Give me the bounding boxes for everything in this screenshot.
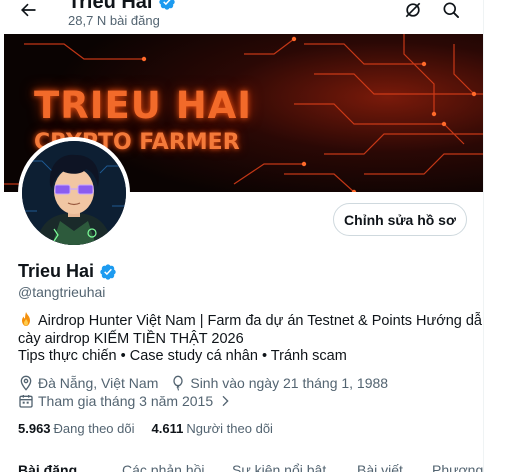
- calendar-icon: [19, 395, 33, 408]
- post-count: 28,7 N bài đăng: [68, 13, 160, 28]
- tab-highlights[interactable]: Sự kiện nổi bật: [232, 462, 326, 472]
- profile-joined-row[interactable]: Tham gia tháng 3 năm 2015: [18, 393, 233, 409]
- profile-name-text: Trieu Hai: [18, 261, 95, 281]
- right-edge-panel: [483, 0, 511, 472]
- verified-badge-icon: [159, 0, 176, 10]
- tab-articles[interactable]: Bài viết: [357, 462, 403, 472]
- followers-link[interactable]: 4.611 Người theo dõi: [152, 421, 273, 436]
- back-button[interactable]: [14, 0, 42, 24]
- birthday-item: Sinh vào ngày 21 tháng 1, 1988: [170, 375, 388, 391]
- banner-title: TRIEU HAI: [34, 84, 253, 127]
- avatar[interactable]: [18, 137, 130, 249]
- joined-text: Tham gia tháng 3 năm 2015: [38, 393, 214, 409]
- following-label: Đang theo dõi: [53, 421, 135, 436]
- bio-line: Tips thực chiến • Case study cá nhân • T…: [18, 348, 347, 364]
- search-icon: [443, 2, 459, 19]
- joined-item[interactable]: Tham gia tháng 3 năm 2015: [18, 393, 233, 409]
- birthday-text: Sinh vào ngày 21 tháng 1, 1988: [190, 375, 389, 391]
- edit-profile-button[interactable]: Chỉnh sửa hồ sơ: [333, 203, 467, 236]
- bio-line: Airdrop Hunter Việt Nam | Farm đa dự án …: [18, 311, 491, 331]
- location-text: Đà Nẵng, Việt Nam: [38, 375, 159, 391]
- no-entry-icon: [405, 2, 421, 18]
- fire-emoji-icon: [22, 312, 30, 326]
- profile-handle: @tangtrieuhai: [18, 284, 106, 300]
- tab-replies[interactable]: Các phản hồi: [122, 462, 205, 472]
- balloon-icon: [173, 375, 184, 391]
- followers-label: Người theo dõi: [186, 421, 273, 436]
- location-item: Đà Nẵng, Việt Nam: [18, 375, 158, 391]
- back-arrow-icon: [21, 3, 36, 17]
- tab-posts[interactable]: Bài đăng: [18, 462, 77, 472]
- profile-bio: Airdrop Hunter Việt Nam | Farm đa dự án …: [18, 311, 491, 366]
- verified-badge-icon[interactable]: [99, 263, 117, 281]
- profile-meta-row: Đà Nẵng, Việt Nam Sinh vào ngày 21 tháng…: [18, 375, 388, 391]
- profile-header: Trieu Hai 28,7 N bài đăng: [0, 0, 483, 34]
- following-count: 5.963: [18, 421, 51, 436]
- avatar-illustration: [22, 141, 126, 245]
- tab-media[interactable]: Phương: [432, 462, 483, 472]
- header-name-text: Trieu Hai: [68, 0, 153, 13]
- header-title: Trieu Hai: [68, 0, 176, 13]
- follow-stats: 5.963 Đang theo dõi 4.611 Người theo dõi: [18, 421, 273, 436]
- bio-line: cày airdrop KIẾM TIỀN THẬT 2026: [18, 330, 244, 347]
- chevron-right-icon: [222, 395, 229, 407]
- bio-text: Airdrop Hunter Việt Nam | Farm đa dự án …: [38, 313, 491, 329]
- search-button[interactable]: [438, 0, 464, 23]
- following-link[interactable]: 5.963 Đang theo dõi: [18, 421, 135, 436]
- block-toggle-button[interactable]: [400, 0, 426, 23]
- location-pin-icon: [20, 375, 32, 391]
- profile-name: Trieu Hai: [18, 261, 117, 282]
- followers-count: 4.611: [151, 421, 184, 436]
